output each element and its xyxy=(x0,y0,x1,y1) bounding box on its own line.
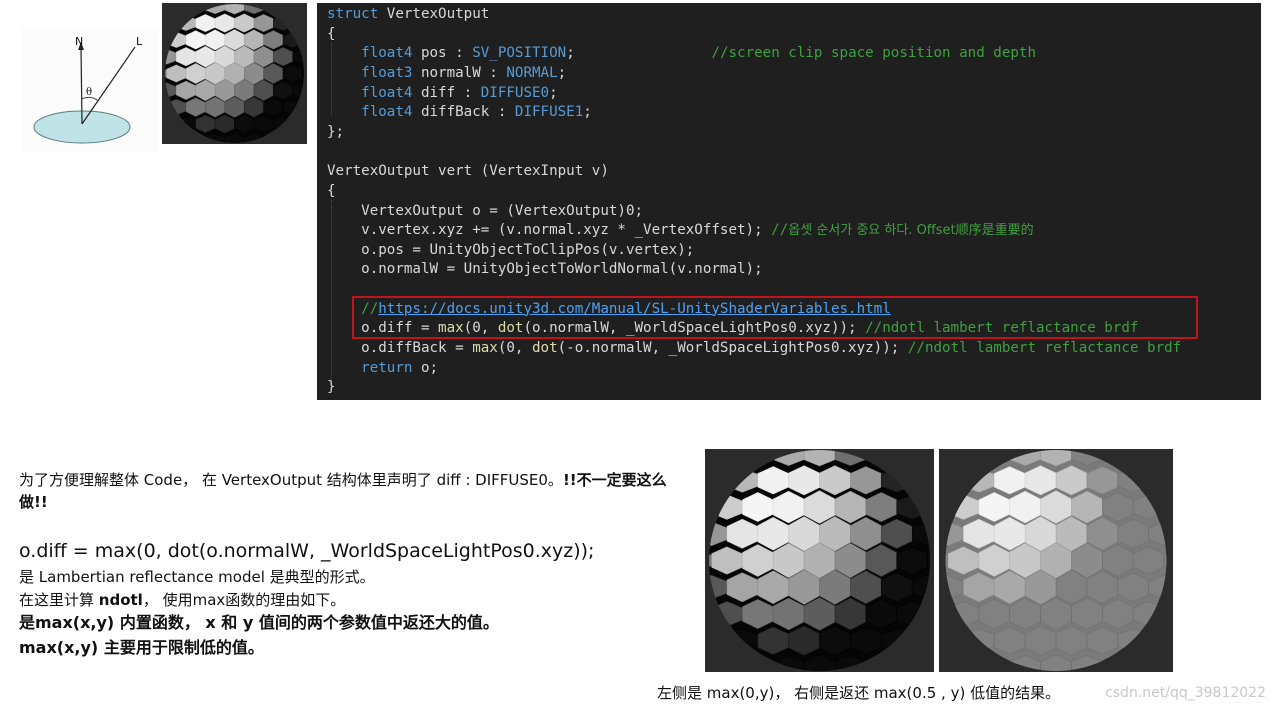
intro-paragraph: 为了方便理解整体 Code， 在 VertexOutput 结构体里声明了 di… xyxy=(19,469,669,513)
code-line: float4 diffBack : DIFFUSE1; xyxy=(327,103,592,123)
code-token: return xyxy=(361,359,413,376)
sphere-facet xyxy=(263,133,284,143)
code-line: }; xyxy=(327,123,344,143)
highlight-box xyxy=(352,296,1198,339)
code-token: //ndotl lambert reflactance brdf xyxy=(907,340,1182,357)
explanation-line-2-c: ， 使用max函数的理由如下。 xyxy=(142,591,346,609)
normal-label: N xyxy=(75,35,83,48)
code-token: max xyxy=(472,340,498,357)
code-token: o; xyxy=(412,359,439,376)
explanation-line-2-b: ndotl xyxy=(98,591,143,609)
code-token: ; xyxy=(549,84,558,101)
code-token: ; xyxy=(557,64,567,81)
code-token: } xyxy=(327,379,336,396)
code-token: float4 xyxy=(361,84,413,101)
code-token: // xyxy=(771,222,789,239)
lighting-diagram: N L θ xyxy=(22,28,158,152)
code-line: { xyxy=(327,25,336,45)
explanation-line-4: max(x,y) 主要用于限制低的值。 xyxy=(19,638,264,657)
code-line: VertexOutput vert (VertexInput v) xyxy=(327,162,609,182)
code-token: ; xyxy=(566,45,712,62)
code-token: diffBack : xyxy=(412,104,515,121)
code-token: 옵셋 순서가 중요 하다. Offset顺序是重要的 xyxy=(788,223,1034,239)
sphere-facet xyxy=(742,450,774,465)
code-token: DIFFUSE1 xyxy=(514,104,584,121)
code-line: v.vertex.xyz += (v.normal.xyz * _VertexO… xyxy=(327,221,1034,241)
code-token: v.vertex.xyz += (v.normal.xyz * _VertexO… xyxy=(327,222,772,239)
code-token: normalW : xyxy=(412,64,507,81)
code-token: float3 xyxy=(361,64,413,81)
sphere-facet xyxy=(978,656,1010,671)
code-line: o.normalW = UnityObjectToWorldNormal(v.n… xyxy=(327,260,763,280)
sphere-facet xyxy=(865,450,897,465)
sphere-facet xyxy=(185,133,206,143)
code-token: o.diffBack = xyxy=(327,340,473,357)
code-token: pos : xyxy=(412,45,473,62)
explanation-line-2-a: 在这里计算 xyxy=(19,591,99,609)
sphere-facet xyxy=(865,656,897,671)
code-line: o.diffBack = max(0, dot(-o.normalW, _Wor… xyxy=(327,339,1181,359)
light-label: L xyxy=(136,35,143,48)
sphere-image-max05 xyxy=(939,449,1173,672)
explanation-line-3: 是max(x,y) 内置函数， x 和 y 值间的两个参数值中返还大的值。 xyxy=(19,613,499,632)
explanation-line-2: 在这里计算 ndotl， 使用max函数的理由如下。 xyxy=(19,589,345,611)
code-token: dot xyxy=(532,340,558,357)
code-line: VertexOutput o = (VertexOutput)0; xyxy=(327,202,643,222)
code-line: } xyxy=(327,378,336,398)
code-token: VertexOutput vert (VertexInput v) xyxy=(327,163,609,180)
sphere-facet xyxy=(263,4,284,14)
formula-line: o.diff = max(0, dot(o.normalW, _WorldSpa… xyxy=(19,540,595,562)
sphere-facet xyxy=(1102,450,1134,465)
code-token: SV_POSITION xyxy=(472,45,567,62)
code-token: diff : xyxy=(412,84,481,101)
sphere-facet xyxy=(978,450,1010,465)
code-token: (0, xyxy=(497,340,533,357)
shader-code-panel: struct VertexOutput{ float4 pos : SV_POS… xyxy=(317,3,1261,400)
code-token: DIFFUSE0 xyxy=(480,84,550,101)
code-token: ; xyxy=(583,104,592,121)
code-token: float4 xyxy=(361,104,413,121)
code-token: o.normalW = UnityObjectToWorldNormal(v.n… xyxy=(327,261,763,278)
code-line: o.pos = UnityObjectToClipPos(v.vertex); xyxy=(327,241,694,261)
code-token: VertexOutput o = (VertexOutput)0; xyxy=(327,202,644,219)
code-token: float4 xyxy=(361,45,413,62)
code-token: VertexOutput xyxy=(378,6,490,22)
code-line: float4 pos : SV_POSITION; //screen clip … xyxy=(327,44,1036,64)
sphere-facet xyxy=(185,4,206,14)
code-line: struct VertexOutput xyxy=(327,5,489,25)
watermark: csdn.net/qq_39812022 xyxy=(1105,685,1266,701)
sphere-facet xyxy=(1102,656,1134,671)
code-token: struct xyxy=(327,6,379,22)
explanation-line-1: 是 Lambertian reflectance model 是典型的形式。 xyxy=(19,568,375,586)
code-line: float3 normalW : NORMAL; xyxy=(327,64,566,84)
code-token: { xyxy=(327,182,336,199)
code-line: return o; xyxy=(327,359,438,379)
code-token: { xyxy=(327,25,336,42)
intro-text: 为了方便理解整体 Code， 在 VertexOutput 结构体里声明了 di… xyxy=(19,471,563,489)
angle-label: θ xyxy=(86,87,92,98)
sphere-image-max0 xyxy=(705,449,934,672)
code-line: { xyxy=(327,182,336,202)
sphere-facet xyxy=(742,656,774,671)
code-line: float4 diff : DIFFUSE0; xyxy=(327,84,558,104)
sphere-image-top xyxy=(162,3,307,144)
image-caption: 左侧是 max(0,y)， 右侧是返还 max(0.5 , y) 低值的结果。 xyxy=(657,684,1061,702)
code-token: //screen clip space position and depth xyxy=(711,45,1036,62)
code-token: }; xyxy=(327,123,345,140)
code-token: (-o.normalW, _WorldSpaceLightPos0.xyz)); xyxy=(557,340,908,357)
code-token: NORMAL xyxy=(506,64,558,81)
code-token: o.pos = UnityObjectToClipPos(v.vertex); xyxy=(327,241,695,258)
